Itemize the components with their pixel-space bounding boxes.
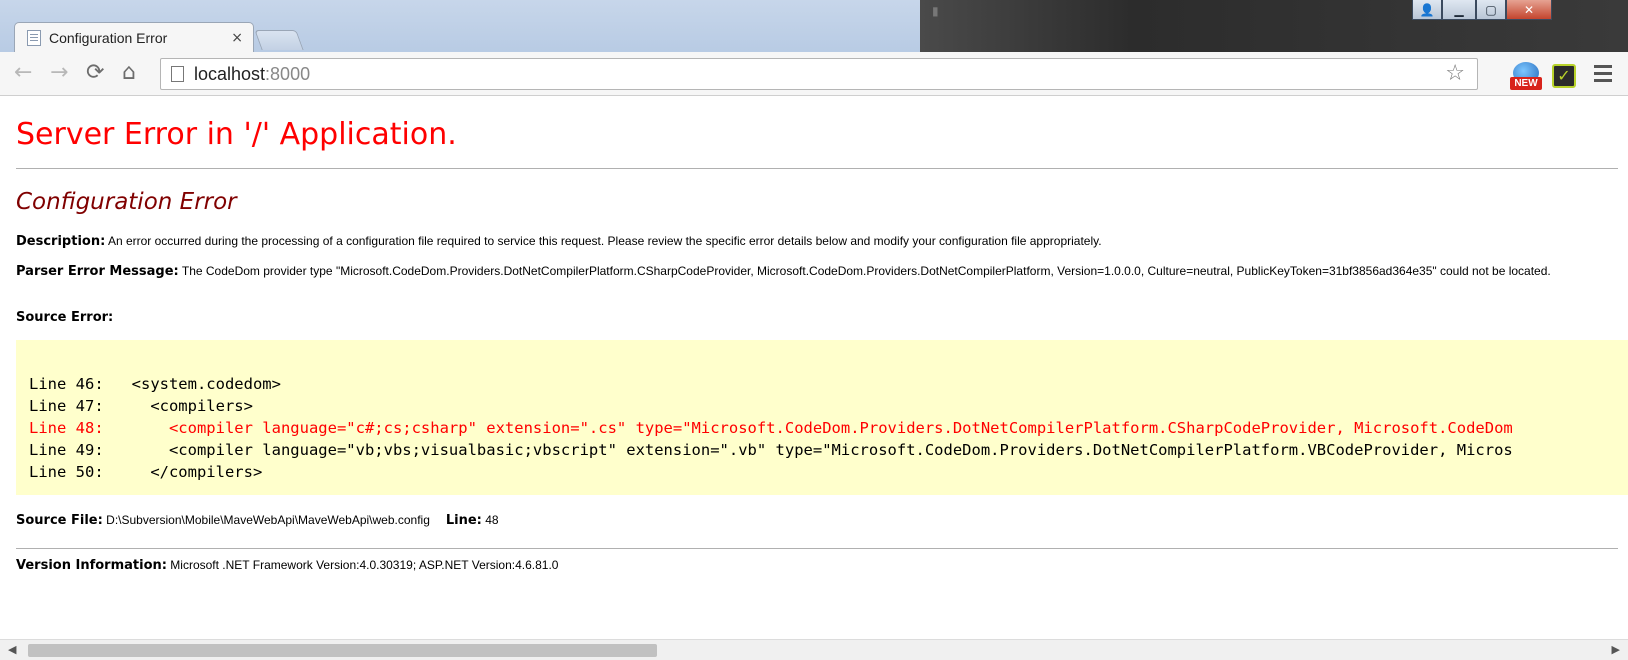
url-host: localhost [194, 63, 266, 84]
minimize-button[interactable]: ▁ [1442, 0, 1476, 20]
scrollbar-thumb[interactable] [28, 644, 657, 657]
background-window-icon: ▮ [932, 4, 939, 18]
version-text: Microsoft .NET Framework Version:4.0.303… [166, 558, 559, 572]
tab-title: Configuration Error [49, 30, 168, 46]
source-code-box: Line 46: <system.codedom> Line 47: <comp… [16, 340, 1628, 495]
page-icon [171, 66, 184, 82]
address-bar[interactable]: localhost:8000 ☆ [160, 58, 1478, 90]
version-label: Version Information: [16, 558, 167, 573]
maximize-button[interactable]: ▢ [1476, 0, 1506, 20]
forward-arrow-icon[interactable]: → [50, 61, 68, 85]
code-line-highlighted: Line 48: <compiler language="c#;cs;cshar… [29, 419, 1513, 437]
tab-configuration-error[interactable]: Configuration Error × [14, 22, 254, 53]
divider [16, 548, 1618, 549]
page-title: Server Error in '/' Application. [16, 117, 457, 152]
page-content: Server Error in '/' Application. Configu… [0, 97, 1628, 639]
url-port: :8000 [265, 63, 311, 84]
reload-icon[interactable]: ⟳ [86, 61, 104, 85]
description: Description: An error occurred during th… [16, 234, 1576, 249]
code-line: Line 46: <system.codedom> [29, 375, 281, 393]
home-icon[interactable]: ⌂ [122, 61, 136, 85]
code-line: Line 50: </compilers> [29, 463, 263, 481]
extension-badge: NEW [1510, 77, 1542, 90]
tab-close-icon[interactable]: × [231, 30, 243, 46]
extension-check-icon[interactable]: ✓ [1552, 64, 1576, 88]
source-code: Line 46: <system.codedom> Line 47: <comp… [29, 373, 1513, 483]
window-titlebar: ▮ 👤 ▁ ▢ ✕ Configuration Error × [0, 0, 1628, 53]
window-controls: 👤 ▁ ▢ ✕ [1412, 0, 1552, 22]
source-file: Source File: D:\Subversion\Mobile\MaveWe… [16, 513, 1576, 528]
close-window-button[interactable]: ✕ [1506, 0, 1552, 20]
error-subtitle: Configuration Error [16, 189, 237, 215]
extension-new-icon[interactable]: NEW [1510, 62, 1542, 92]
parser-error-message: Parser Error Message: The CodeDom provid… [16, 264, 1576, 279]
star-icon[interactable]: ☆ [1445, 61, 1465, 86]
page-favicon-icon [27, 30, 41, 46]
line-label: Line: [445, 513, 482, 528]
code-line: Line 49: <compiler language="vb;vbs;visu… [29, 441, 1513, 459]
user-icon[interactable]: 👤 [1412, 0, 1442, 20]
parser-error-text: The CodeDom provider type "Microsoft.Cod… [178, 264, 1551, 278]
horizontal-scrollbar[interactable]: ◀ ▶ [0, 639, 1628, 660]
scroll-left-icon[interactable]: ◀ [8, 643, 16, 656]
parser-error-label: Parser Error Message: [16, 264, 179, 279]
version-information: Version Information: Microsoft .NET Fram… [16, 558, 1576, 573]
scroll-right-icon[interactable]: ▶ [1612, 643, 1620, 656]
back-arrow-icon[interactable]: ← [14, 61, 32, 85]
source-file-label: Source File: [16, 513, 103, 528]
divider [16, 168, 1618, 169]
menu-icon[interactable] [1594, 65, 1612, 85]
description-label: Description: [16, 234, 106, 249]
new-tab-button[interactable] [254, 30, 304, 50]
browser-toolbar: ← → ⟳ ⌂ localhost:8000 ☆ NEW ✓ [0, 52, 1628, 96]
line-number: 48 [481, 513, 499, 527]
description-text: An error occurred during the processing … [105, 234, 1102, 248]
code-line: Line 47: <compilers> [29, 397, 253, 415]
source-error-heading: Source Error: [16, 310, 1576, 325]
source-file-path: D:\Subversion\Mobile\MaveWebApi\MaveWebA… [102, 513, 430, 527]
source-error-label: Source Error: [16, 310, 114, 325]
